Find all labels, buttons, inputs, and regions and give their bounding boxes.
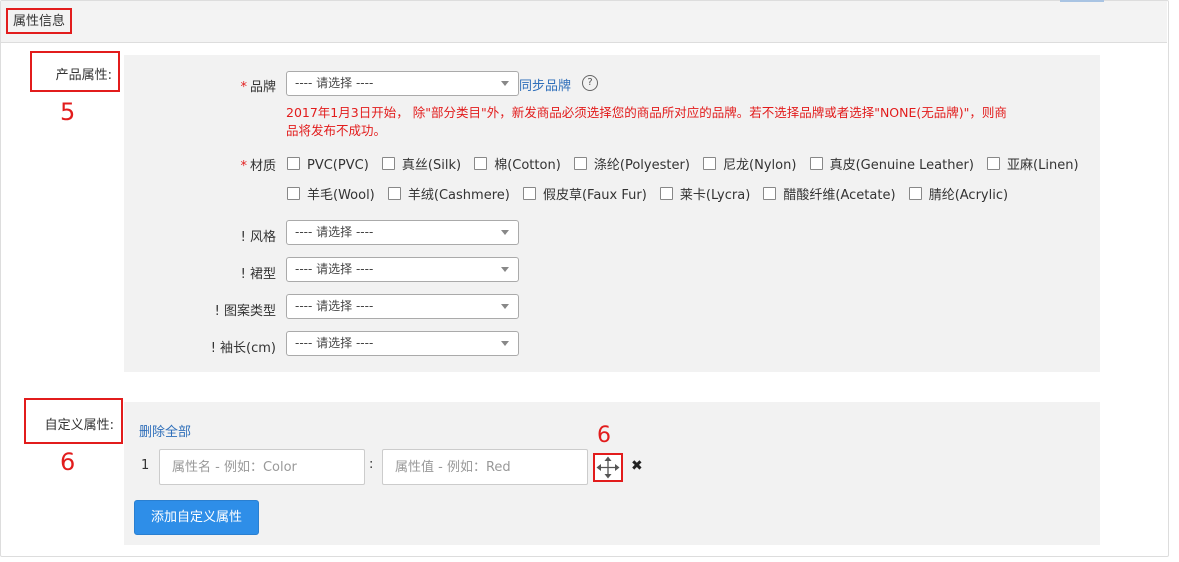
material-option-label: 棉(Cotton) <box>494 158 561 173</box>
material-options-row-2: 羊毛(Wool) 羊绒(Cashmere) 假皮草(Faux Fur) 莱卡(L… <box>287 184 1017 203</box>
material-option-label: 腈纶(Acrylic) <box>928 188 1009 203</box>
brand-warning-line-2: 品将发布不成功。 <box>286 123 387 138</box>
product-attrs-label: 产品属性: <box>55 68 112 83</box>
material-option[interactable]: 真丝(Silk) <box>381 154 462 173</box>
brand-field-label: * 品牌 <box>200 76 276 95</box>
remove-row-icon[interactable]: ✖ <box>631 458 643 474</box>
add-custom-attr-button[interactable]: 添加自定义属性 <box>134 500 259 535</box>
checkbox[interactable] <box>809 157 823 170</box>
material-option[interactable]: PVC(PVC) <box>287 157 369 173</box>
panel-title: 属性信息 <box>6 8 73 34</box>
checkbox[interactable] <box>659 187 673 200</box>
material-options-row-1: PVC(PVC) 真丝(Silk) 棉(Cotton) 涤纶(Polyester… <box>287 154 1088 173</box>
brand-label: 品牌 <box>249 80 276 95</box>
pattern-type-select-value: ---- 请选择 ---- <box>295 299 374 313</box>
product-attrs-step-number: 5 <box>60 98 76 126</box>
panel-header <box>1 1 1167 43</box>
checkbox[interactable] <box>287 187 300 200</box>
material-option-label: 羊毛(Wool) <box>307 188 375 203</box>
pattern-type-select[interactable]: ---- 请选择 ---- <box>286 294 519 319</box>
material-option-label: 假皮草(Faux Fur) <box>542 188 647 203</box>
attr-name-input[interactable] <box>160 450 364 484</box>
checkbox[interactable] <box>987 157 1001 170</box>
chevron-down-icon <box>501 267 509 272</box>
handle-step-number: 6 <box>597 423 611 448</box>
custom-row-index: 1 <box>141 458 150 473</box>
attr-value-input[interactable] <box>383 450 587 484</box>
checkbox[interactable] <box>387 187 401 200</box>
brand-warning-line-1: 2017年1月3日开始， 除"部分类目"外，新发商品必须选择您的商品所对应的品牌… <box>286 105 1007 120</box>
material-option-label: 真丝(Silk) <box>401 158 462 173</box>
material-option[interactable]: 棉(Cotton) <box>474 154 561 173</box>
attr-name-field[interactable] <box>159 449 365 485</box>
pattern-type-label: ! 图案类型 <box>214 304 276 319</box>
brand-warning: 2017年1月3日开始， 除"部分类目"外，新发商品必须选择您的商品所对应的品牌… <box>286 104 1086 140</box>
skirt-type-select[interactable]: ---- 请选择 ---- <box>286 257 519 282</box>
checkbox[interactable] <box>522 187 536 200</box>
top-accent-bar <box>1060 0 1104 2</box>
brand-select-value: ---- 请选择 ---- <box>295 76 374 90</box>
material-option-label: 亚麻(Linen) <box>1007 158 1079 173</box>
skirt-type-select-value: ---- 请选择 ---- <box>295 262 374 276</box>
material-option[interactable]: 羊毛(Wool) <box>287 184 375 203</box>
product-attrs-area <box>124 55 1100 372</box>
attr-separator: : <box>369 457 374 472</box>
sleeve-length-label: ! 袖长(cm) <box>210 341 276 356</box>
checkbox[interactable] <box>763 187 777 200</box>
material-field-label: * 材质 <box>200 155 276 174</box>
chevron-down-icon <box>501 341 509 346</box>
material-option-label: 醋酸纤维(Acetate) <box>783 188 896 203</box>
delete-all-link[interactable]: 删除全部 <box>139 421 191 440</box>
material-option[interactable]: 尼龙(Nylon) <box>703 154 796 173</box>
sleeve-length-select-value: ---- 请选择 ---- <box>295 336 374 350</box>
material-option-label: 莱卡(Lycra) <box>679 188 751 203</box>
sync-brand-link[interactable]: 同步品牌 <box>519 75 571 94</box>
material-option[interactable]: 假皮草(Faux Fur) <box>522 184 647 203</box>
material-option[interactable]: 涤纶(Polyester) <box>573 154 690 173</box>
material-option-label: 真皮(Genuine Leather) <box>829 158 974 173</box>
move-icon <box>596 456 620 479</box>
checkbox[interactable] <box>381 157 395 170</box>
style-select[interactable]: ---- 请选择 ---- <box>286 220 519 245</box>
brand-select[interactable]: ---- 请选择 ---- <box>286 71 519 96</box>
required-mark: * <box>240 80 247 95</box>
material-option[interactable]: 亚麻(Linen) <box>987 154 1079 173</box>
material-option[interactable]: 真皮(Genuine Leather) <box>809 154 974 173</box>
checkbox[interactable] <box>474 157 488 170</box>
material-option-label: 尼龙(Nylon) <box>723 158 797 173</box>
checkbox[interactable] <box>287 157 300 170</box>
checkbox[interactable] <box>908 187 922 200</box>
material-option[interactable]: 醋酸纤维(Acetate) <box>763 184 896 203</box>
material-option-label: PVC(PVC) <box>307 158 369 173</box>
checkbox[interactable] <box>573 157 587 170</box>
style-select-value: ---- 请选择 ---- <box>295 225 374 239</box>
material-option-label: 羊绒(Cashmere) <box>407 188 510 203</box>
material-option[interactable]: 羊绒(Cashmere) <box>387 184 510 203</box>
chevron-down-icon <box>501 81 509 86</box>
material-option-label: 涤纶(Polyester) <box>593 158 690 173</box>
sleeve-length-select[interactable]: ---- 请选择 ---- <box>286 331 519 356</box>
drag-handle[interactable] <box>593 453 623 482</box>
help-icon[interactable]: ? <box>582 75 598 91</box>
material-option[interactable]: 腈纶(Acrylic) <box>908 184 1009 203</box>
custom-attrs-step-number: 6 <box>60 448 76 476</box>
custom-attrs-label: 自定义属性: <box>44 418 114 433</box>
attr-value-field[interactable] <box>382 449 588 485</box>
style-label: ! 风格 <box>240 230 276 245</box>
required-mark: * <box>240 159 247 174</box>
skirt-type-label: ! 裙型 <box>240 267 276 282</box>
chevron-down-icon <box>501 230 509 235</box>
material-label: 材质 <box>249 159 276 174</box>
chevron-down-icon <box>501 304 509 309</box>
material-option[interactable]: 莱卡(Lycra) <box>659 184 751 203</box>
checkbox[interactable] <box>703 157 717 170</box>
